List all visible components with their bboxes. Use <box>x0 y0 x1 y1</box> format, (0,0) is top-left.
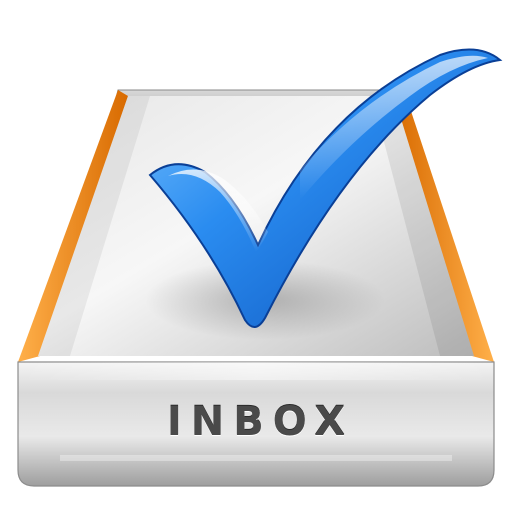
inbox-app-icon[interactable]: INBOX <box>0 0 512 512</box>
tray-front-face <box>17 361 495 487</box>
inbox-tray-icon <box>17 48 503 487</box>
